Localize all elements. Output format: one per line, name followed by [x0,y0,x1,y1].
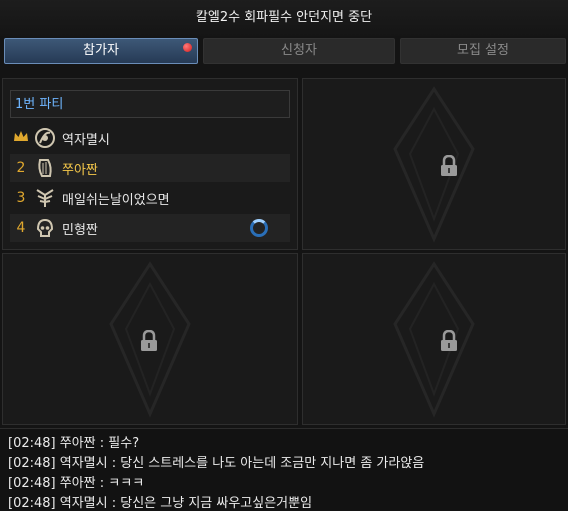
lock-icon [441,330,457,351]
chat-time: [02:48] [8,456,56,471]
chat-time: [02:48] [8,436,56,451]
bard-icon [35,128,55,148]
chat-line: [02:48] 역자멸시 : 당신 스트레스를 나도 아는데 조금만 지나면 좀… [8,452,424,471]
member-name: 쭈아짠 [62,162,98,178]
blade-wings-icon [36,189,54,207]
chat-line: [02:48] 쭈아짠 : 필수? [8,432,139,451]
harp-icon [38,159,52,177]
party-member-1[interactable]: 역자멸시 [10,124,290,152]
slot-emblem-icon [393,261,475,418]
tab-participants[interactable]: 참가자 [4,38,198,64]
party-title: 칼엘2수 회파필수 안던지면 중단 [0,0,568,36]
member-rank: 3 [16,190,26,206]
locked-slot[interactable] [302,253,566,425]
tab-bar: 참가자 신청자 모집 설정 [0,38,568,64]
chat-message: 필수? [108,436,140,451]
tab-participants-label: 참가자 [83,43,119,58]
lock-icon [441,155,457,176]
tab-applicants[interactable]: 신청자 [203,38,395,64]
locked-slot[interactable] [2,253,298,425]
party-member-2[interactable]: 2 쭈아짠 [10,154,290,182]
party-name: 1번 파티 [10,90,290,118]
lock-icon [141,330,157,351]
member-name: 역자멸시 [62,132,110,148]
tab-applicants-label: 신청자 [281,43,317,58]
member-name: 매일쉬는날이었으면 [62,192,170,208]
chat-speaker[interactable]: 쭈아짠 [60,436,96,451]
chat-time: [02:48] [8,476,56,491]
chat-speaker[interactable]: 역자멸시 [60,456,108,471]
member-rank: 2 [16,160,26,176]
crown-icon [10,130,32,146]
chat-separator: : [111,456,121,471]
chat-line: [02:48] 쭈아짠 : ㅋㅋㅋ [8,472,144,491]
chat-message: ㅋㅋㅋ [108,476,145,491]
skull-helm-icon [36,218,54,237]
chat-log[interactable]: [02:48] 쭈아짠 : 필수? [02:48] 역자멸시 : 당신 스트레스… [0,428,568,511]
loading-spinner-icon [250,219,268,237]
party-member-4[interactable]: 4 민형짠 [10,214,290,242]
member-name: 민형짠 [62,222,98,238]
chat-message: 당신 스트레스를 나도 아는데 조금만 지나면 좀 가라앉음 [120,456,425,471]
tab-recruit-settings-label: 모집 설정 [457,43,509,58]
party-member-3[interactable]: 3 매일쉬는날이었으면 [10,184,290,212]
locked-slot[interactable] [302,78,566,250]
slot-emblem-icon [393,86,475,243]
member-rank: 4 [16,220,26,236]
chat-speaker[interactable]: 쭈아짠 [60,476,96,491]
chat-line: [02:48] 역자멸시 : 당신은 그냥 지금 싸우고싶은거뿐임 [8,492,312,511]
notification-dot-icon [183,43,192,52]
tab-recruit-settings[interactable]: 모집 설정 [400,38,566,64]
